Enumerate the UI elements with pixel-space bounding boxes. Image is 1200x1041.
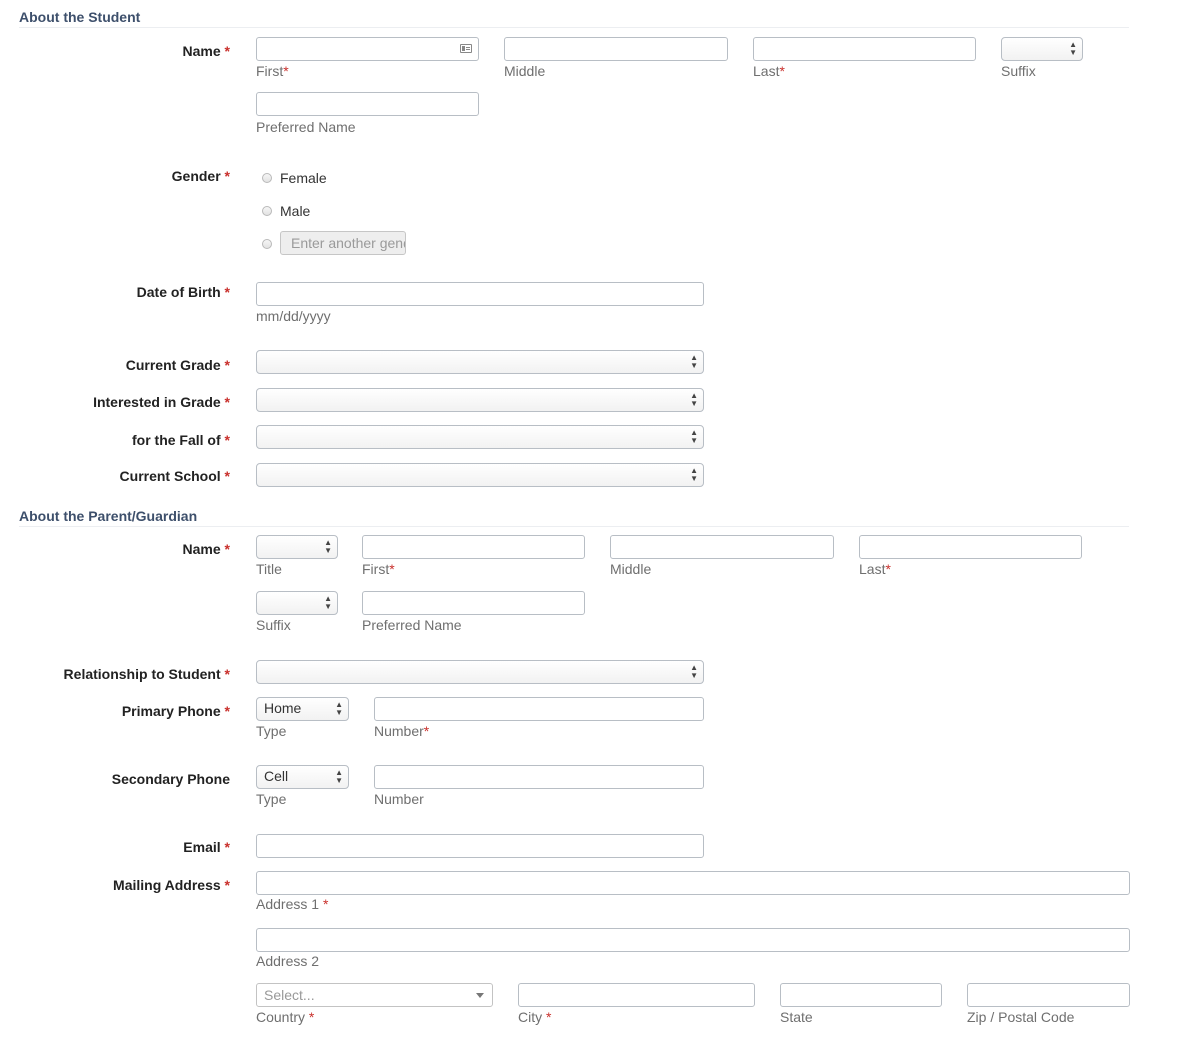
- email-label: Email *: [183, 839, 230, 855]
- student-suffix-select[interactable]: ▲ ▼: [1001, 37, 1083, 61]
- student-first-name-label: First*: [256, 63, 289, 79]
- interested-grade-label: Interested in Grade *: [93, 394, 230, 410]
- interested-grade-select[interactable]: ▲ ▼: [256, 388, 704, 412]
- primary-phone-number-label: Number*: [374, 723, 430, 739]
- student-last-name-input[interactable]: [753, 37, 976, 61]
- parent-section-title: About the Parent/Guardian: [19, 508, 198, 524]
- select-arrows-icon: ▲ ▼: [324, 538, 332, 555]
- gender-female-radio[interactable]: [262, 173, 272, 183]
- address1-input[interactable]: [256, 871, 1130, 895]
- student-last-name-label: Last*: [753, 63, 785, 79]
- secondary-phone-label: Secondary Phone: [111, 771, 230, 787]
- secondary-phone-number-input[interactable]: [374, 765, 704, 789]
- student-preferred-name-label: Preferred Name: [256, 119, 356, 135]
- parent-last-name-label: Last*: [859, 561, 891, 577]
- gender-other-radio[interactable]: [262, 239, 272, 249]
- student-name-label: Name *: [182, 43, 230, 59]
- student-preferred-name-input[interactable]: [256, 92, 479, 116]
- secondary-phone-type-value: Cell: [264, 768, 289, 784]
- primary-phone-number-input[interactable]: [374, 697, 704, 721]
- section-divider: [19, 27, 1129, 28]
- parent-name-label: Name *: [182, 541, 230, 557]
- parent-last-name-input[interactable]: [859, 535, 1082, 559]
- secondary-phone-type-label: Type: [256, 791, 287, 807]
- student-section-title: About the Student: [19, 9, 141, 25]
- zip-label: Zip / Postal Code: [967, 1009, 1075, 1025]
- city-input[interactable]: [518, 983, 755, 1007]
- dob-format-hint: mm/dd/yyyy: [256, 308, 331, 324]
- select-arrows-icon: ▲ ▼: [335, 700, 343, 717]
- address2-input[interactable]: [256, 928, 1130, 952]
- select-arrows-icon: ▲ ▼: [690, 428, 698, 445]
- fall-of-select[interactable]: ▲ ▼: [256, 425, 704, 449]
- section-divider: [19, 526, 1129, 527]
- parent-suffix-label: Suffix: [256, 617, 291, 633]
- contact-card-icon: [460, 44, 472, 53]
- mailing-address-label: Mailing Address *: [113, 877, 230, 893]
- fall-of-label: for the Fall of *: [131, 432, 230, 448]
- state-input[interactable]: [780, 983, 942, 1007]
- select-arrows-icon: ▲ ▼: [690, 391, 698, 408]
- select-arrows-icon: ▲ ▼: [690, 466, 698, 483]
- zip-input[interactable]: [967, 983, 1130, 1007]
- dob-label: Date of Birth *: [136, 284, 230, 300]
- country-placeholder: Select...: [264, 987, 315, 1003]
- gender-male-radio[interactable]: [262, 206, 272, 216]
- parent-preferred-name-input[interactable]: [362, 591, 585, 615]
- student-first-name-input[interactable]: [256, 37, 479, 61]
- country-select[interactable]: Select...: [256, 983, 493, 1007]
- gender-label: Gender *: [171, 168, 230, 184]
- secondary-phone-number-label: Number: [374, 791, 424, 807]
- primary-phone-type-value: Home: [264, 700, 302, 716]
- dob-input[interactable]: [256, 282, 704, 306]
- address2-label: Address 2: [256, 953, 320, 969]
- primary-phone-label: Primary Phone *: [121, 703, 230, 719]
- current-school-label: Current School *: [119, 468, 230, 484]
- parent-preferred-name-label: Preferred Name: [362, 617, 462, 633]
- primary-phone-type-select[interactable]: Home ▲ ▼: [256, 697, 349, 721]
- primary-phone-type-label: Type: [256, 723, 287, 739]
- parent-middle-name-input[interactable]: [610, 535, 834, 559]
- secondary-phone-type-select[interactable]: Cell ▲ ▼: [256, 765, 349, 789]
- email-input[interactable]: [256, 834, 704, 858]
- current-grade-select[interactable]: ▲ ▼: [256, 350, 704, 374]
- address1-label: Address 1 *: [256, 896, 329, 912]
- gender-other-input[interactable]: Enter another gender: [280, 231, 406, 255]
- select-arrows-icon: ▲ ▼: [335, 768, 343, 785]
- parent-suffix-select[interactable]: ▲ ▼: [256, 591, 338, 615]
- parent-middle-name-label: Middle: [610, 561, 652, 577]
- select-arrows-icon: ▲ ▼: [1069, 40, 1077, 57]
- parent-first-name-label: First*: [362, 561, 395, 577]
- parent-first-name-input[interactable]: [362, 535, 585, 559]
- select-arrows-icon: ▲ ▼: [690, 663, 698, 680]
- relationship-label: Relationship to Student *: [63, 666, 230, 682]
- student-middle-name-input[interactable]: [504, 37, 728, 61]
- current-grade-label: Current Grade *: [125, 357, 230, 373]
- city-label: City *: [518, 1009, 552, 1025]
- relationship-select[interactable]: ▲ ▼: [256, 660, 704, 684]
- select-arrows-icon: ▲ ▼: [324, 594, 332, 611]
- country-label: Country *: [256, 1009, 315, 1025]
- select-arrows-icon: ▲ ▼: [690, 353, 698, 370]
- chevron-down-icon: [476, 993, 484, 998]
- parent-title-label: Title: [256, 561, 282, 577]
- parent-title-select[interactable]: ▲ ▼: [256, 535, 338, 559]
- state-label: State: [780, 1009, 813, 1025]
- gender-female-label: Female: [280, 170, 327, 186]
- gender-male-label: Male: [280, 203, 311, 219]
- student-suffix-label: Suffix: [1001, 63, 1036, 79]
- current-school-select[interactable]: ▲ ▼: [256, 463, 704, 487]
- student-middle-name-label: Middle: [504, 63, 546, 79]
